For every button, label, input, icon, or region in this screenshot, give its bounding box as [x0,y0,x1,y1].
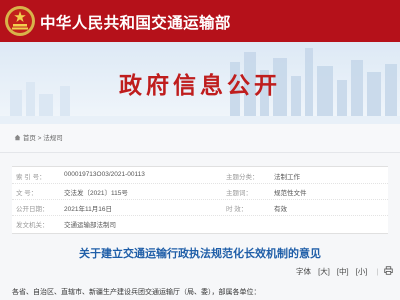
breadcrumb-home[interactable]: 首页 [23,135,36,142]
issuing-agency-label: 发文机关： [16,222,49,229]
issuing-agency-value: 交通运输部法制司 [64,222,116,229]
doc-number-label: 文 号： [16,190,38,197]
banner: 政府信息公开 [0,42,400,124]
toolbar-divider: | [376,267,379,276]
validity-label: 时 效： [226,206,248,213]
banner-title: 政府信息公开 [119,72,281,98]
national-emblem-icon[interactable] [4,5,36,37]
breadcrumb: 首页 > 法规司 [14,132,63,142]
publish-date-label: 公开日期： [16,206,49,213]
doc-number-value: 交法发〔2021〕115号 [64,190,128,197]
document-info-table: 索 引 号： 000019713O03/2021-00113 主题分类： 法制工… [12,166,388,234]
font-medium-button[interactable]: [中] [337,266,349,277]
index-number-value: 000019713O03/2021-00113 [64,171,145,178]
keyword-label: 主题词： [226,190,252,197]
info-row: 文 号： 交法发〔2021〕115号 主题词： 规范性文件 [12,183,388,200]
keyword-value: 规范性文件 [274,190,307,197]
info-row: 发文机关： 交通运输部法制司 [12,215,388,231]
site-header: 中华人民共和国交通运输部 [0,0,400,42]
topic-category-label: 主题分类： [226,174,259,181]
breadcrumb-separator: > [37,135,42,142]
font-small-button[interactable]: [小] [356,266,368,277]
topic-category-value: 法制工作 [274,174,300,181]
document-body: 各省、自治区、直辖市、新疆生产建设兵团交通运输厅（局、委），部属各单位： [12,289,261,296]
info-row: 公开日期： 2021年11月16日 时 效： 有效 [12,199,388,216]
home-icon [14,134,21,141]
site-title[interactable]: 中华人民共和国交通运输部 [40,11,231,33]
info-row: 索 引 号： 000019713O03/2021-00113 主题分类： 法制工… [12,167,388,184]
breadcrumb-bar: 首页 > 法规司 [0,124,400,153]
publish-date-value: 2021年11月16日 [64,206,112,213]
font-size-toolbar: 字体 [大] [中] [小] | [296,266,394,278]
font-label: 字体 [296,267,311,276]
font-large-button[interactable]: [大] [318,266,330,277]
print-icon[interactable] [384,266,394,275]
breadcrumb-current[interactable]: 法规司 [43,135,63,142]
index-number-label: 索 引 号： [16,174,46,181]
validity-value: 有效 [274,206,287,213]
document-title: 关于建立交通运输行政执法规范化长效机制的意见 [79,248,321,260]
